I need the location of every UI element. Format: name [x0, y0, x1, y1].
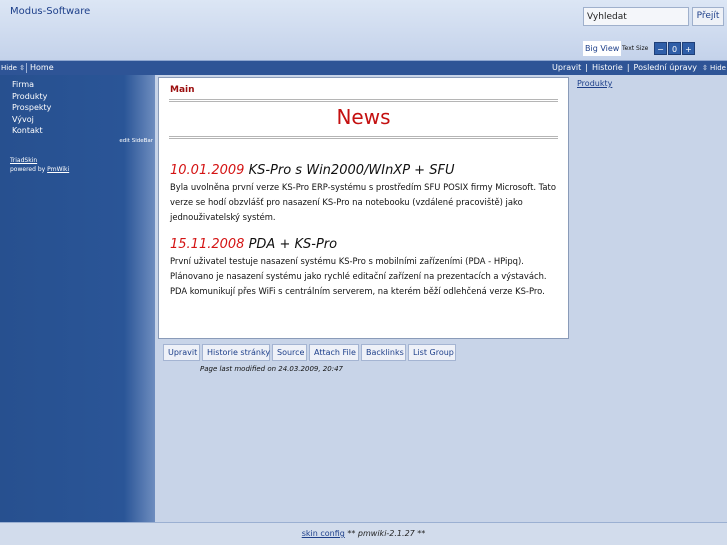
- news-body: První uživatel testuje nasazení systému …: [170, 256, 547, 296]
- top-nav-bar: Hide ⇳ Home Upravit | Historie | Poslední úp…: [0, 61, 727, 75]
- search-button[interactable]: Přejít: [692, 7, 724, 26]
- sidebar-item-vyvoj[interactable]: Vývoj: [12, 114, 51, 126]
- news-heading: 10.01.2009 KS-Pro s Win2000/WInXP + SFU: [170, 163, 562, 178]
- search-input[interactable]: [583, 7, 689, 26]
- main-content: Main News 10.01.2009 KS-Pro s Win2000/WI…: [158, 77, 569, 339]
- hide-left-sidebar-toggle[interactable]: Hide ⇳: [1, 61, 25, 75]
- last-modified-text: Page last modified on 24.03.2009, 20:47: [200, 365, 343, 373]
- sidebar-credits: TriadSkin powered by PmWiki: [10, 157, 69, 175]
- text-size-increase-button[interactable]: +: [682, 42, 695, 55]
- source-button[interactable]: Source: [272, 344, 307, 361]
- page-header: Modus-Software Přejít Big View Text Size…: [0, 0, 727, 61]
- page-history-button[interactable]: Historie stránky: [202, 344, 270, 361]
- list-group-button[interactable]: List Group: [408, 344, 456, 361]
- page-actions: Upravit | Historie | Poslední úpravy: [552, 61, 697, 75]
- skin-link[interactable]: TriadSkin: [10, 157, 37, 164]
- sidebar-item-prospekty[interactable]: Prospekty: [12, 102, 51, 114]
- group-breadcrumb[interactable]: Main: [170, 85, 195, 95]
- separator: |: [626, 63, 630, 72]
- page-footer: skin config ** pmwiki-2.1.27 **: [0, 522, 727, 545]
- pmwiki-link[interactable]: PmWiki: [47, 166, 69, 173]
- skin-config-link[interactable]: skin config: [302, 529, 345, 538]
- sidebar-item-produkty[interactable]: Produkty: [12, 91, 51, 103]
- separator: |: [585, 63, 588, 72]
- hide-right-sidebar-toggle[interactable]: ⇳ Hide: [702, 61, 726, 75]
- news-body: Byla uvolněna první verze KS-Pro ERP-sys…: [170, 182, 556, 222]
- divider: [169, 136, 558, 139]
- news-item: 10.01.2009 KS-Pro s Win2000/WInXP + SFU …: [170, 163, 562, 225]
- text-size-decrease-button[interactable]: −: [654, 42, 667, 55]
- edit-button[interactable]: Upravit: [163, 344, 200, 361]
- sidebar-item-firma[interactable]: Firma: [12, 79, 51, 91]
- text-size-reset-button[interactable]: 0: [668, 42, 681, 55]
- divider: [169, 99, 558, 102]
- pmwiki-version: ** pmwiki-2.1.27 **: [347, 529, 426, 538]
- big-view-button[interactable]: Big View: [583, 41, 622, 56]
- sidebar-menu: Firma Produkty Prospekty Vývoj Kontakt: [12, 79, 51, 137]
- left-sidebar: Firma Produkty Prospekty Vývoj Kontakt e…: [0, 75, 155, 522]
- edit-page-link[interactable]: Upravit: [552, 63, 581, 72]
- history-link[interactable]: Historie: [592, 63, 623, 72]
- attach-file-button[interactable]: Attach File: [309, 344, 359, 361]
- news-date: 10.01.2009: [170, 163, 245, 178]
- news-item: 15.11.2008 PDA + KS-Pro První uživatel t…: [170, 237, 562, 299]
- sidebar-item-kontakt[interactable]: Kontakt: [12, 125, 51, 137]
- news-heading: 15.11.2008 PDA + KS-Pro: [170, 237, 562, 252]
- topbar-divider: [26, 63, 27, 73]
- news-headline: KS-Pro s Win2000/WInXP + SFU: [244, 163, 455, 178]
- page-title: News: [336, 105, 391, 129]
- text-size-label: Text Size: [622, 45, 649, 52]
- recent-changes-link[interactable]: Poslední úpravy: [634, 63, 697, 72]
- news-headline: PDA + KS-Pro: [244, 237, 338, 252]
- powered-by-label: powered by: [10, 166, 46, 173]
- backlinks-button[interactable]: Backlinks: [361, 344, 406, 361]
- site-title-link[interactable]: Modus-Software: [10, 6, 90, 17]
- edit-sidebar-link[interactable]: edit SideBar: [119, 138, 153, 144]
- right-sidebar-produkty-link[interactable]: Produkty: [577, 79, 612, 88]
- breadcrumb-home-link[interactable]: Home: [30, 61, 54, 75]
- news-date: 15.11.2008: [170, 237, 245, 252]
